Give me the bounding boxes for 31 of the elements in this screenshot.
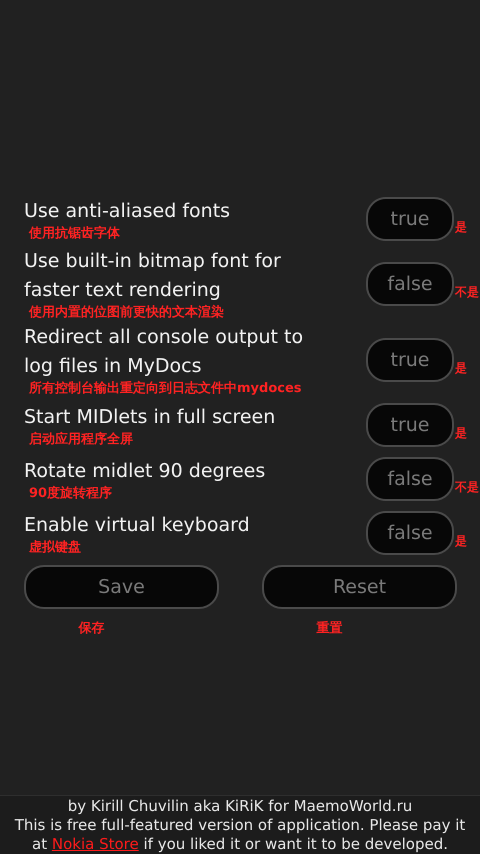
value-button[interactable]: false [366,511,454,555]
annotation: 是 [455,533,467,549]
setting-label: Enable virtual keyboard [24,512,251,538]
annotation: 重置 [316,620,342,638]
setting-label: Redirect all console output to log files in MyDocs [24,325,304,379]
annotation: 所有控制台输出重定向到日志文件中mydoces [28,381,303,397]
annotation: 使用内置的位图前更快的文本渲染 [28,305,225,321]
notice-text: This is free full-featured version of application. Please pay it at Nokia Store if you liked it or want it to be developed. [14,816,466,854]
annotation: 不是 [455,479,479,495]
value-button[interactable]: true [366,197,454,241]
setting-label: Rotate midlet 90 degrees [24,458,266,484]
annotation: 90度旋转程序 [28,486,114,502]
annotation: 是 [455,360,467,376]
annotation: 虚拟键盘 [28,540,82,556]
annotation: 是 [455,425,467,441]
setting-label: Use anti-aliased fonts [24,198,232,224]
value-button[interactable]: true [366,338,454,382]
action-button[interactable]: Reset [262,565,457,609]
value-button[interactable]: false [366,457,454,501]
setting-label: Start MIDlets in full screen [24,404,276,430]
annotation: 不是 [455,284,479,300]
action-button[interactable]: Save [24,565,219,609]
value-button[interactable]: true [366,403,454,447]
annotation: 使用抗锯齿字体 [28,226,121,242]
setting-label: Use built-in bitmap font for faster text rendering [24,249,282,303]
annotation: 是 [455,219,467,235]
credit-text: by Kirill Chuvilin aka KiRiK for MaemoWorld.ru [68,796,412,816]
annotation: 启动应用程序全屏 [28,432,134,448]
value-button[interactable]: false [366,262,454,306]
annotation: 保存 [78,620,104,638]
store-link[interactable]: Nokia Store [52,834,139,852]
